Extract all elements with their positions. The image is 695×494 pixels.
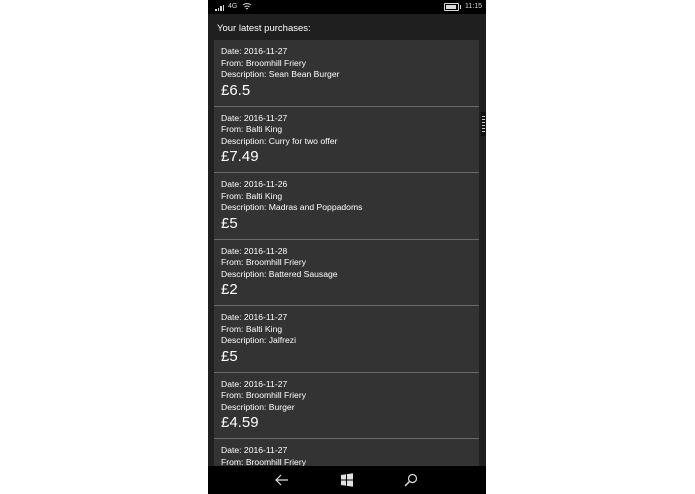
signal-strength-icon	[215, 3, 227, 11]
purchase-item[interactable]: Date: 2016-11-27 From: Balti King Descri…	[214, 107, 479, 173]
purchase-description: Description: Jalfrezi	[221, 335, 296, 346]
purchase-vendor: From: Balti King	[221, 323, 283, 334]
purchase-date: Date: 2016-11-27	[221, 312, 288, 322]
purchase-date: Date: 2016-11-27	[221, 445, 288, 455]
navigation-bar	[208, 466, 486, 494]
purchase-item[interactable]: Date: 2016-11-27 From: Broomhill Friery	[214, 439, 479, 466]
purchase-item[interactable]: Date: 2016-11-28 From: Broomhill Friery …	[214, 240, 479, 306]
windows-logo-icon[interactable]	[339, 472, 355, 488]
purchase-description: Description: Madras and Poppadoms	[221, 202, 363, 213]
purchase-vendor: From: Broomhill Friery	[221, 257, 306, 268]
purchase-vendor: From: Broomhill Friery	[221, 390, 306, 401]
purchase-vendor: From: Broomhill Friery	[221, 57, 306, 68]
purchase-date: Date: 2016-11-27	[221, 46, 288, 56]
purchase-list[interactable]: Date: 2016-11-27 From: Broomhill Friery …	[214, 40, 479, 466]
purchase-date: Date: 2016-11-27	[221, 112, 288, 123]
purchase-vendor: From: Balti King	[221, 190, 283, 201]
search-icon[interactable]	[403, 472, 419, 488]
status-bar: 4G 11:15	[208, 0, 486, 14]
purchase-date: Date: 2016-11-28	[221, 245, 288, 256]
page-title: Your latest purchases:	[217, 23, 311, 34]
purchase-item[interactable]: Date: 2016-11-26 From: Balti King Descri…	[214, 173, 479, 240]
purchase-description: Description: Sean Bean Burger	[221, 69, 340, 80]
battery-icon	[444, 3, 461, 11]
phone-screen: 4G 11:15 Your latest purchases: Date: 20…	[208, 0, 486, 494]
purchase-price: £5	[221, 214, 238, 232]
back-arrow-icon[interactable]	[274, 472, 290, 488]
purchase-description: Description: Burger	[221, 401, 295, 412]
purchase-date: Date: 2016-11-27	[221, 378, 288, 389]
purchase-price: £4.59	[221, 414, 259, 432]
purchase-description: Description: Curry for two offer	[221, 135, 338, 146]
purchase-item[interactable]: Date: 2016-11-27 From: Broomhill Friery …	[214, 40, 479, 107]
purchase-date: Date: 2016-11-26	[221, 179, 288, 189]
purchase-price: £7.49	[221, 148, 259, 166]
purchase-item[interactable]: Date: 2016-11-27 From: Balti King Descri…	[214, 306, 479, 373]
network-type: 4G	[228, 3, 238, 10]
data-activity-icon	[242, 3, 252, 10]
purchase-vendor: From: Broomhill Friery	[221, 456, 306, 466]
purchase-description: Description: Battered Sausage	[221, 268, 338, 279]
purchase-vendor: From: Balti King	[221, 124, 283, 135]
purchase-price: £2	[221, 281, 238, 299]
scrollbar-thumb[interactable]	[481, 112, 486, 136]
clock: 11:15	[465, 3, 482, 10]
purchase-price: £5	[221, 347, 238, 365]
purchase-item[interactable]: Date: 2016-11-27 From: Broomhill Friery …	[214, 373, 479, 439]
purchase-price: £6.5	[221, 81, 251, 99]
